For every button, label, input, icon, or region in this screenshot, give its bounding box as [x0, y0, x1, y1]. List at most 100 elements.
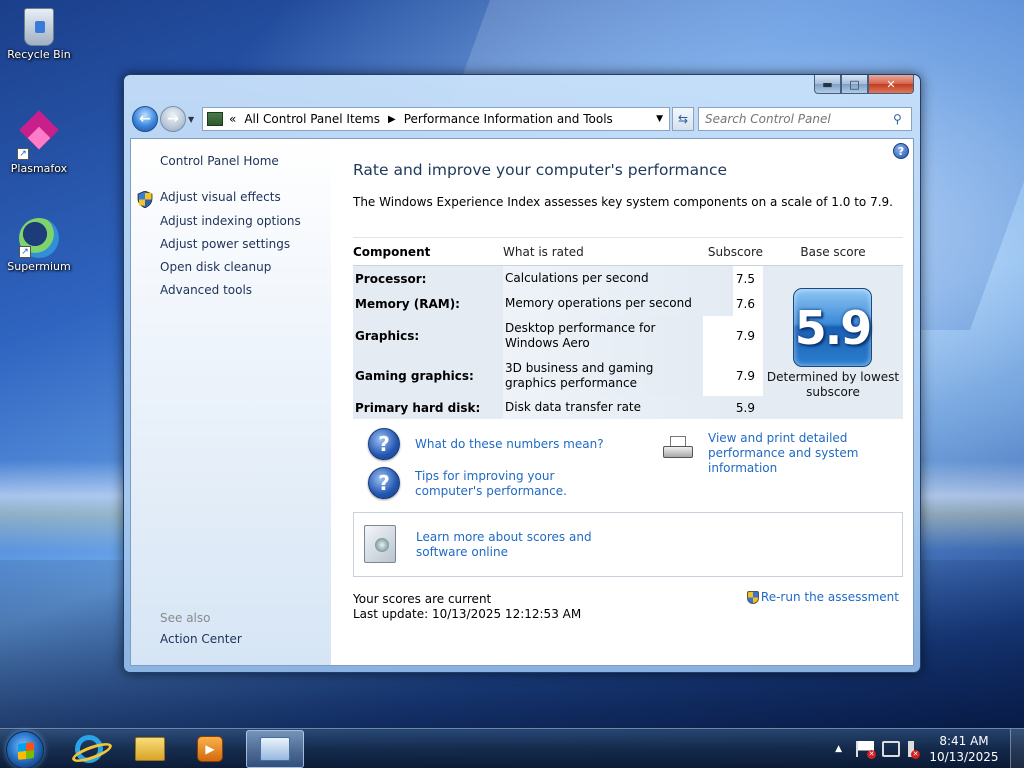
subscore-value: 7.9: [703, 316, 763, 355]
link-learn-more[interactable]: Learn more about scores and software onl…: [416, 530, 636, 560]
base-score-badge: 5.9: [793, 288, 872, 367]
table-row: Memory (RAM): Memory operations per seco…: [353, 291, 763, 316]
breadcrumb-root[interactable]: «: [229, 112, 236, 126]
rerun-assessment-link[interactable]: Re-run the assessment: [746, 590, 899, 604]
address-bar[interactable]: « All Control Panel Items ▶ Performance …: [202, 107, 670, 131]
link-numbers-meaning[interactable]: What do these numbers mean?: [415, 437, 604, 452]
sidebar-link-action-center[interactable]: Action Center: [160, 632, 242, 646]
table-row: Graphics: Desktop performance for Window…: [353, 316, 763, 355]
help-icon[interactable]: ?: [893, 143, 909, 159]
internet-explorer-icon: [75, 735, 103, 763]
desktop-icon-supermium[interactable]: ↗ Supermium: [1, 218, 77, 273]
score-table-header: Component What is rated Subscore Base sc…: [353, 237, 903, 266]
table-row: Primary hard disk: Disk data transfer ra…: [353, 396, 763, 419]
breadcrumb-separator[interactable]: ▶: [388, 114, 396, 125]
component-name: Gaming graphics:: [353, 355, 503, 396]
breadcrumb-all-items[interactable]: All Control Panel Items: [244, 112, 380, 126]
base-score-cell: 5.9 Determined by lowest subscore: [763, 266, 903, 419]
refresh-button[interactable]: ⇆: [672, 107, 694, 131]
table-row: Gaming graphics: 3D business and gaming …: [353, 355, 763, 396]
component-name: Graphics:: [353, 316, 503, 355]
desktop-icon-recycle-bin[interactable]: Recycle Bin: [1, 8, 77, 61]
clock[interactable]: 8:41 AM 10/13/2025: [926, 733, 1002, 765]
clock-date: 10/13/2025: [929, 750, 999, 764]
page-description: The Windows Experience Index assesses ke…: [353, 195, 893, 209]
subscore-value: 7.9: [703, 355, 763, 396]
software-box-icon: [364, 525, 396, 563]
desktop-icon-label: Supermium: [7, 260, 71, 273]
score-table: Component What is rated Subscore Base sc…: [353, 237, 903, 419]
subscore-value: 5.9: [733, 396, 763, 419]
control-panel-icon: [207, 112, 223, 126]
score-table-body: Processor: Calculations per second 7.5 M…: [353, 266, 903, 419]
task-pane: Control Panel Home Adjust visual effects…: [131, 139, 331, 665]
what-rated: Desktop performance for Windows Aero: [503, 316, 703, 355]
recycle-bin-icon: [24, 8, 54, 46]
page-title: Rate and improve your computer's perform…: [353, 161, 728, 179]
sidebar-link-home[interactable]: Control Panel Home: [160, 154, 279, 168]
component-name: Memory (RAM):: [353, 291, 503, 316]
component-name: Processor:: [353, 266, 503, 291]
address-dropdown-icon[interactable]: ▼: [656, 114, 663, 124]
desktop-icon-label: Plasmafox: [10, 162, 68, 175]
show-desktop-button[interactable]: [1010, 729, 1024, 768]
system-tray: ▲ ✕ ✕ 8:41 AM 10/13/2025: [835, 729, 1024, 768]
subscore-value: 7.5: [733, 266, 763, 291]
control-panel-window: ▬ □ ✕ ← → ▼ « All Control Panel Items ▶ …: [123, 74, 921, 673]
learn-more-box: Learn more about scores and software onl…: [353, 512, 903, 577]
search-input[interactable]: [699, 112, 893, 126]
clock-time: 8:41 AM: [939, 734, 989, 748]
desktop-icon-plasmafox[interactable]: ↗ Plasmafox: [1, 110, 77, 175]
taskbar-control-panel[interactable]: [246, 730, 304, 768]
windows-logo-icon: [18, 742, 34, 760]
taskbar-internet-explorer[interactable]: [60, 730, 118, 768]
taskbar: ▶ ▲ ✕ ✕ 8:41 AM 10/13/2025: [0, 728, 1024, 768]
rerun-label[interactable]: Re-run the assessment: [761, 590, 899, 604]
search-icon[interactable]: ⚲: [893, 112, 911, 126]
maximize-button[interactable]: □: [841, 75, 868, 94]
start-button[interactable]: [6, 731, 44, 768]
printer-icon: [661, 436, 695, 464]
network-icon[interactable]: [882, 741, 900, 757]
main-content: ? Rate and improve your computer's perfo…: [331, 139, 913, 665]
link-tips[interactable]: Tips for improving your computer's perfo…: [415, 469, 625, 499]
sidebar-link-disk-cleanup[interactable]: Open disk cleanup: [160, 260, 271, 274]
sidebar-link-power[interactable]: Adjust power settings: [160, 237, 290, 251]
uac-shield-icon: [137, 191, 153, 208]
uac-shield-icon: [746, 590, 759, 604]
see-also-heading: See also: [160, 611, 211, 625]
taskbar-file-explorer[interactable]: [121, 730, 179, 768]
header-component: Component: [353, 244, 431, 259]
back-button[interactable]: ←: [132, 106, 158, 132]
folder-icon: [135, 737, 165, 761]
navigation-bar: ← → ▼ « All Control Panel Items ▶ Perfor…: [132, 105, 912, 133]
close-button[interactable]: ✕: [868, 75, 914, 94]
sidebar-link-visual-effects[interactable]: Adjust visual effects: [160, 190, 281, 204]
desktop-icon-label: Recycle Bin: [7, 48, 71, 61]
sidebar-link-advanced-tools[interactable]: Advanced tools: [160, 283, 252, 297]
recent-pages-dropdown[interactable]: ▼: [188, 115, 198, 124]
status-last-update: Last update: 10/13/2025 12:12:53 AM: [353, 607, 582, 621]
what-rated: Memory operations per second: [503, 291, 733, 316]
component-name: Primary hard disk:: [353, 396, 503, 419]
breadcrumb-performance[interactable]: Performance Information and Tools: [404, 112, 613, 126]
taskbar-media-player[interactable]: ▶: [181, 730, 239, 768]
forward-button[interactable]: →: [160, 106, 186, 132]
question-icon: ?: [368, 428, 400, 460]
show-hidden-icons-button[interactable]: ▲: [835, 744, 842, 754]
link-print-details[interactable]: View and print detailed performance and …: [708, 431, 908, 476]
plasmafox-icon: ↗: [17, 110, 61, 160]
header-base-score: Base score: [800, 244, 866, 259]
window-controls: ▬ □ ✕: [814, 75, 914, 95]
status-current: Your scores are current: [353, 592, 492, 606]
question-icon: ?: [368, 467, 400, 499]
action-center-icon[interactable]: ✕: [856, 741, 876, 759]
search-box[interactable]: ⚲: [698, 107, 912, 131]
minimize-button[interactable]: ▬: [814, 75, 841, 94]
subscore-value: 7.6: [733, 291, 763, 316]
volume-muted-icon[interactable]: ✕: [908, 741, 920, 759]
score-status: Your scores are current Last update: 10/…: [353, 592, 581, 622]
base-score-caption: Determined by lowest subscore: [766, 370, 900, 399]
sidebar-link-indexing[interactable]: Adjust indexing options: [160, 214, 301, 228]
supermium-icon: ↗: [19, 218, 59, 258]
